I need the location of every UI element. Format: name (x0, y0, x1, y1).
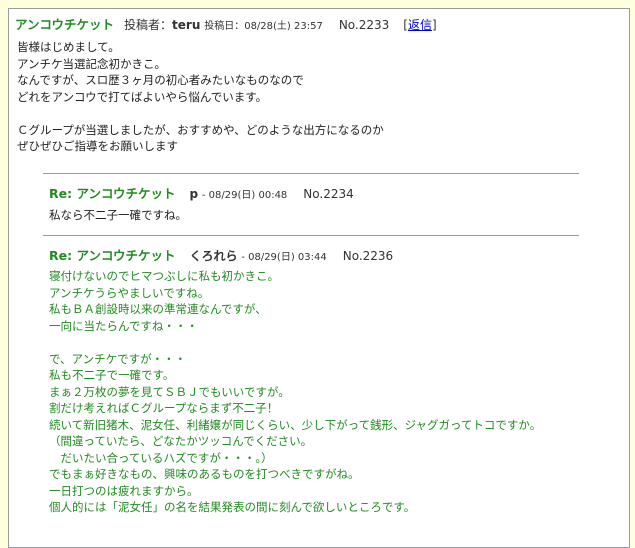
post-date: 08/28(土) 23:57 (244, 21, 323, 32)
reply-number: No.2234 (303, 187, 354, 201)
reply-line: 個人的には「泥女任」の名を結果発表の間に刻んで欲しいところです。 (49, 500, 416, 514)
reply-line: まぁ２万枚の夢を見てＳＢＪでもいいですが。 (49, 384, 290, 399)
reply-line: 寝付けないのでヒマつぶしに私も初かきこ。 (49, 269, 279, 283)
reply-divider (43, 235, 579, 236)
post-line: なんですが、スロ歴３ヶ月の初心者みたいなものなので (17, 73, 304, 87)
reply-line: 私も不二子で一確です。 (49, 368, 175, 382)
post-number: No.2233 (338, 18, 390, 32)
post-header: アンコウチケット 投稿者：teru 投稿日：08/28(土) 23:57 No.22… (15, 14, 437, 33)
reply-line: でもまぁ好きなもの、興味のあるものを打つべきですがね。 (49, 467, 360, 481)
reply-title: Re: アンコウチケット (49, 248, 176, 263)
reply-header: Re: アンコウチケット くろれら - 08/29(日) 03:44 No.2236 (49, 245, 393, 264)
reply-body: 私なら不二子一確ですね。 (49, 207, 187, 224)
reply-author: くろれら (189, 249, 238, 263)
reply-title: Re: アンコウチケット (49, 186, 176, 201)
reply-header: Re: アンコウチケット p - 08/29(日) 00:48 No.2234 (49, 183, 354, 202)
post-title: アンコウチケット (15, 17, 115, 32)
reply-line: で、アンチケですが・・・ (49, 351, 187, 366)
reply-number: No.2236 (342, 249, 394, 263)
message-board: アンコウチケット 投稿者：teru 投稿日：08/28(土) 23:57 No.22… (8, 8, 630, 548)
reply-date: - 08/29(日) 00:48 (201, 190, 288, 201)
reply-line: 私もＢＡ創設時以来の準常連なんですが、 (49, 302, 267, 316)
post-author: teru (172, 18, 201, 32)
date-label: 投稿日： (204, 21, 245, 32)
reply-line: 一日打つのは疲れますから。 (49, 483, 199, 498)
post-line: 皆様はじめまして。 (17, 40, 120, 54)
reply-line: アンチケうらやましいですね。 (49, 285, 210, 300)
author-label: 投稿者： (124, 18, 173, 32)
post-line (17, 105, 384, 122)
post-line: どれをアンコウで打てばよいやら悩んでいます。 (17, 89, 268, 104)
reply-line: 私なら不二子一確ですね。 (49, 208, 187, 222)
reply-bracket-close: ] (432, 18, 437, 32)
post-line: ぜひぜひご指導をお願いします (17, 139, 178, 153)
post-line: アンチケ当選記念初かきこ。 (17, 56, 167, 71)
reply-author: p (189, 187, 199, 201)
reply-link[interactable]: 返信 (408, 18, 432, 32)
reply-line: 続いて新旧猪木、泥女任、利緒嬢が同じくらい、少し下がって銭形、ジャグガってトコで… (49, 417, 542, 432)
reply-line: 割だけ考えればＣグループならまず不二子！ (49, 401, 279, 415)
reply-line (49, 334, 541, 351)
post-line: Ｃグループが当選しましたが、おすすめや、どのような出方になるのか (17, 122, 384, 137)
reply-line: だいたい合っているハズですが・・・。） (49, 450, 273, 465)
post-body: 皆様はじめまして。 アンチケ当選記念初かきこ。 なんですが、スロ歴３ヶ月の初心者… (17, 39, 384, 155)
reply-line: 一向に当たらんですね・・・ (49, 318, 198, 333)
reply-divider (43, 173, 579, 174)
reply-date: - 08/29(日) 03:44 (241, 252, 327, 263)
reply-body: 寝付けないのでヒマつぶしに私も初かきこ。 アンチケうらやましいですね。 私もＢＡ… (49, 268, 541, 516)
reply-line: （間違っていたら、どなたかツッコんでください。 (49, 434, 313, 448)
